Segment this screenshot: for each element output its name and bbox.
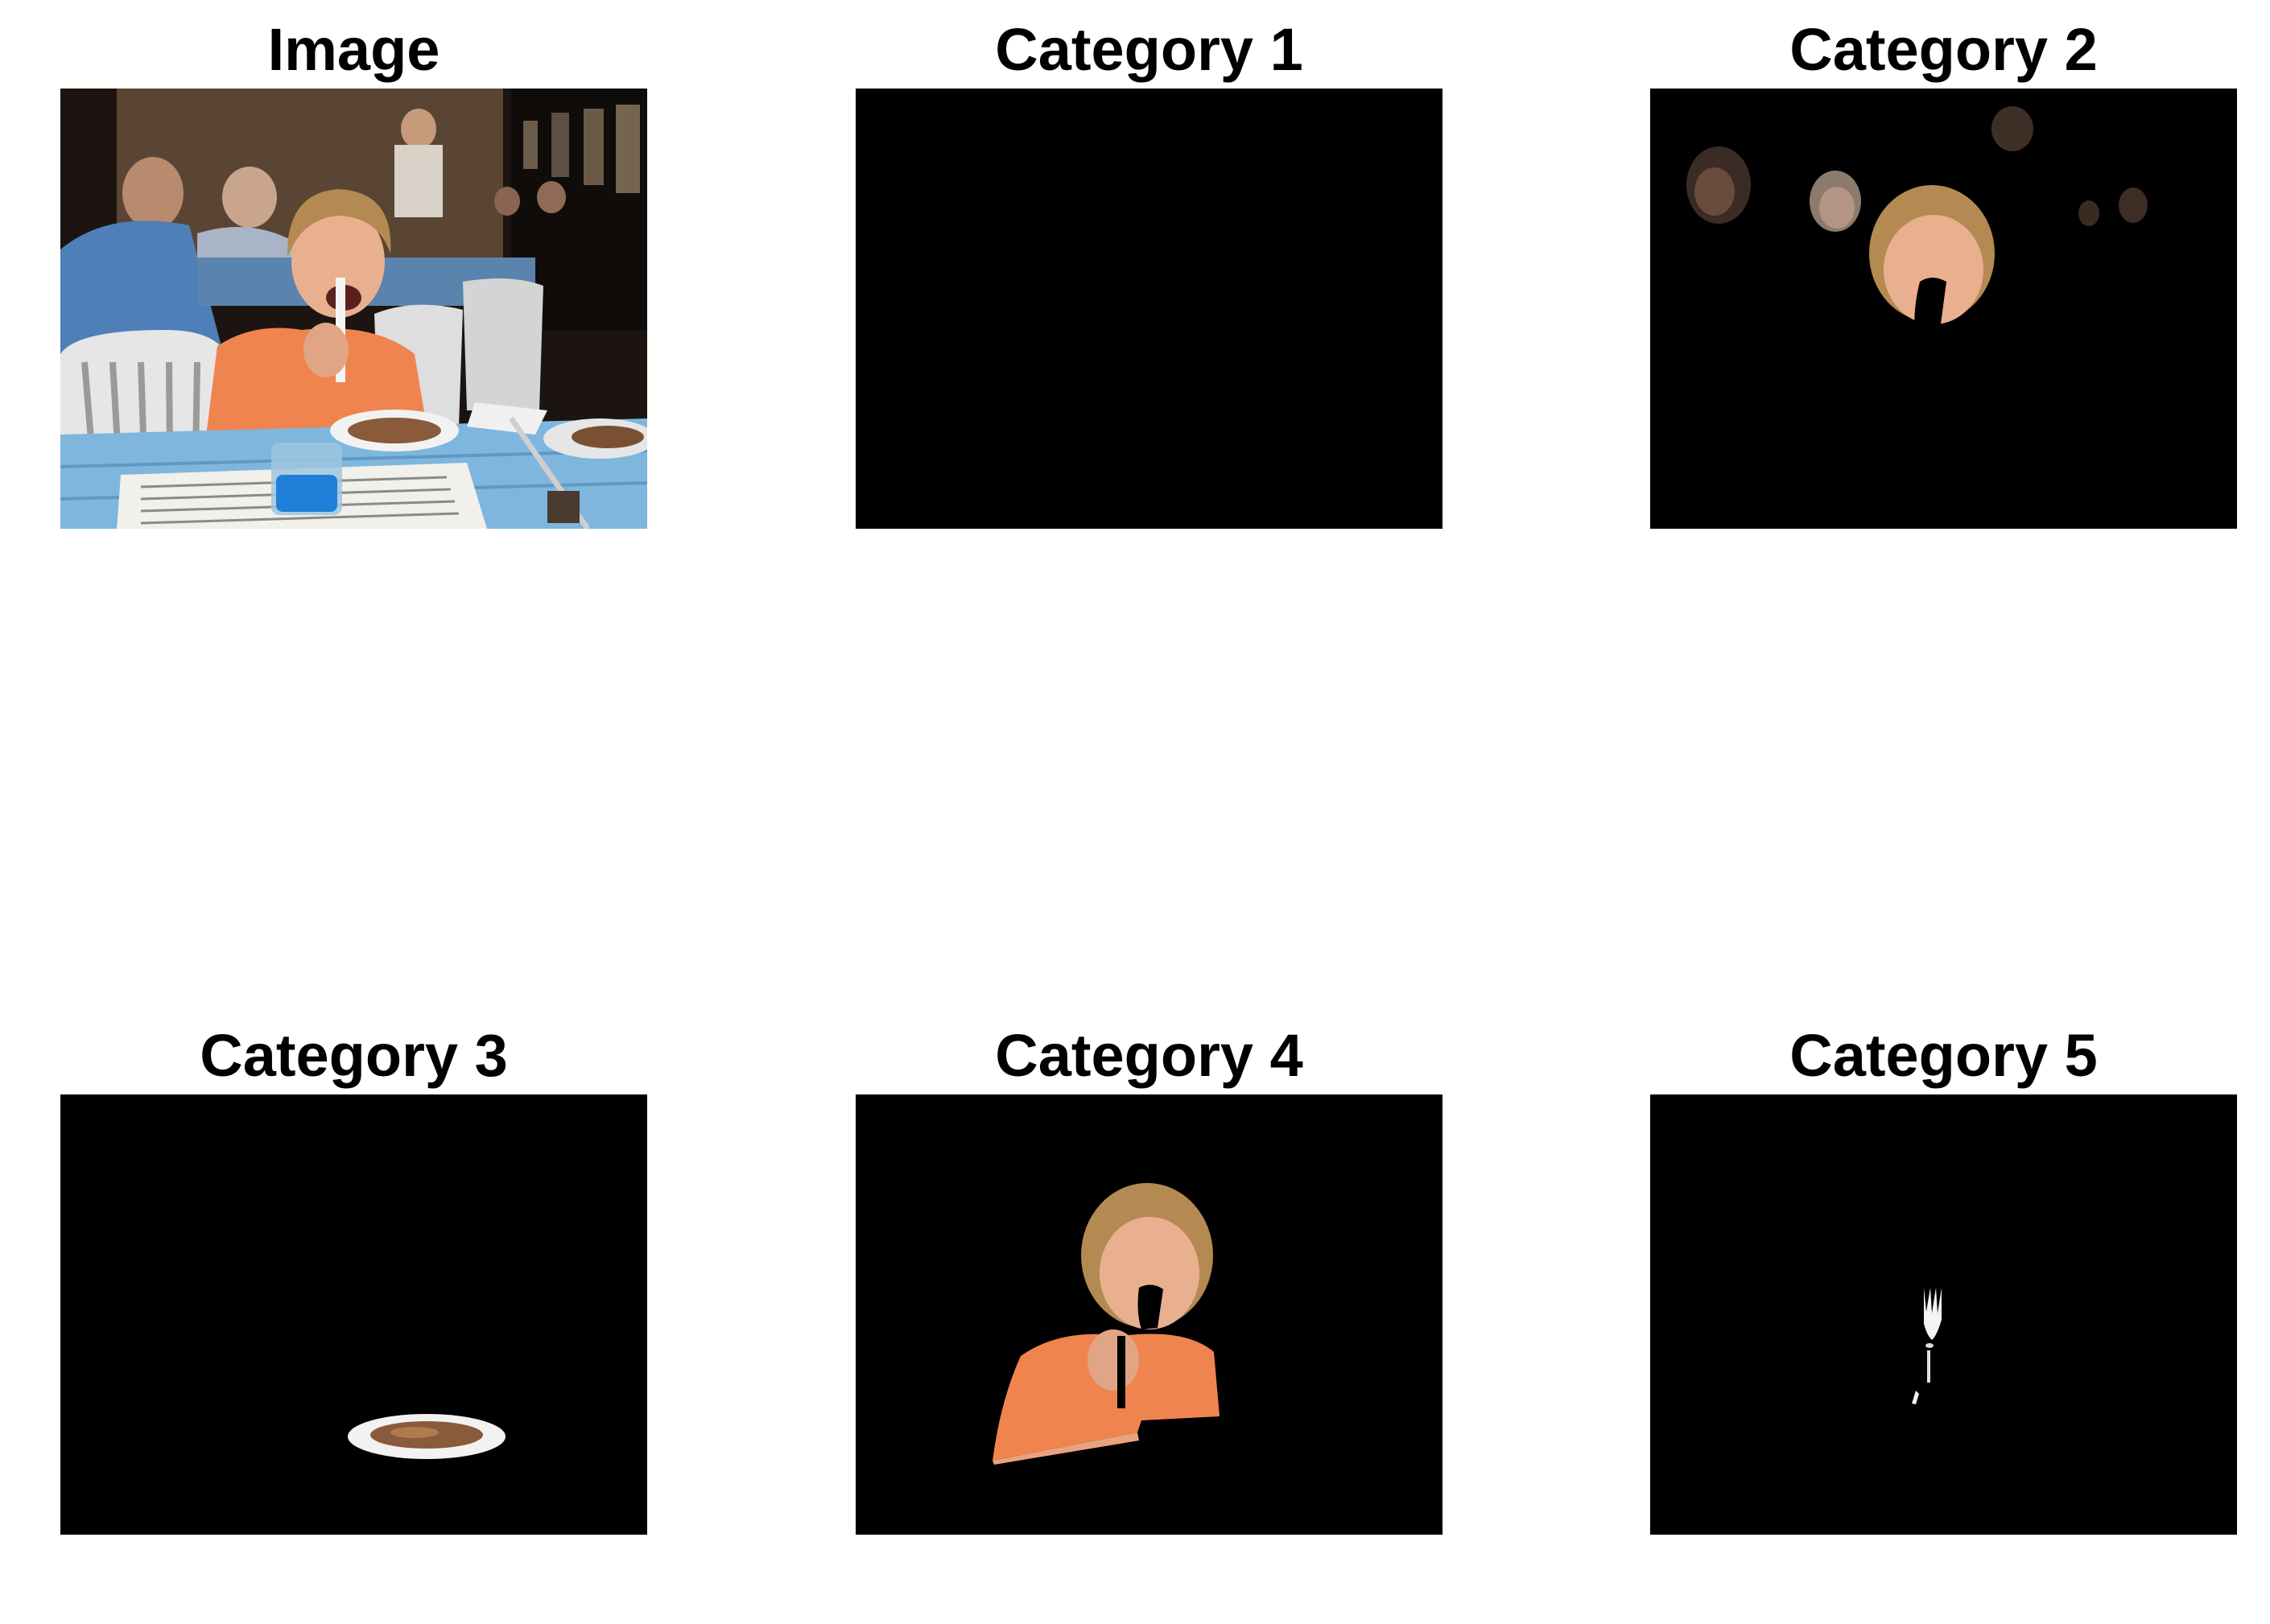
panel-title: Category 1: [995, 16, 1303, 83]
segment-food-highlight: [390, 1427, 439, 1438]
mask-scene: [856, 1094, 1442, 1535]
mask-scene: [856, 89, 1442, 529]
food: [572, 426, 644, 448]
wall-frame: [523, 121, 538, 169]
mask-image: [60, 1094, 647, 1535]
segment-face: [1694, 167, 1735, 216]
segment-face: [1819, 187, 1855, 229]
mask-image: [1650, 89, 2237, 529]
panel-title: Category 4: [995, 1022, 1303, 1089]
person-head: [537, 181, 566, 213]
segment-fork-hole: [1117, 1336, 1125, 1408]
segment-head: [2078, 200, 2099, 226]
child-hand: [303, 323, 349, 377]
person-head: [494, 187, 520, 216]
segment-fork-handle: [1927, 1350, 1930, 1383]
food: [348, 418, 441, 443]
mask-background: [856, 89, 1442, 529]
mask-background: [1650, 1094, 2237, 1535]
person-head: [401, 109, 436, 149]
wall-frame: [584, 109, 604, 185]
person-shirt: [394, 145, 443, 217]
mask-scene: [60, 1094, 647, 1535]
photo: [60, 89, 647, 529]
wall-frame: [551, 113, 569, 177]
panel-title: Category 3: [200, 1022, 508, 1089]
segment-fork-fragment: [1925, 1343, 1934, 1348]
segment-head: [1991, 106, 2033, 151]
panel-title: Category 5: [1789, 1022, 2098, 1089]
mask-image: [856, 1094, 1442, 1535]
mask-image: [856, 89, 1442, 529]
wall-frame: [616, 105, 640, 193]
glass-blue-contents: [276, 475, 337, 512]
segment-child-hand: [1088, 1329, 1139, 1391]
mask-scene: [1650, 1094, 2237, 1535]
chair-far: [463, 278, 543, 410]
segment-head: [2119, 188, 2148, 223]
table-object: [547, 491, 580, 523]
person-head: [222, 167, 277, 228]
panel-title: Category 2: [1789, 16, 2098, 83]
person-head: [122, 157, 184, 229]
mask-scene: [1650, 89, 2237, 529]
panel-title: Image: [267, 16, 440, 83]
mask-background: [60, 1094, 647, 1535]
photo-scene: [60, 89, 647, 529]
mask-image: [1650, 1094, 2237, 1535]
